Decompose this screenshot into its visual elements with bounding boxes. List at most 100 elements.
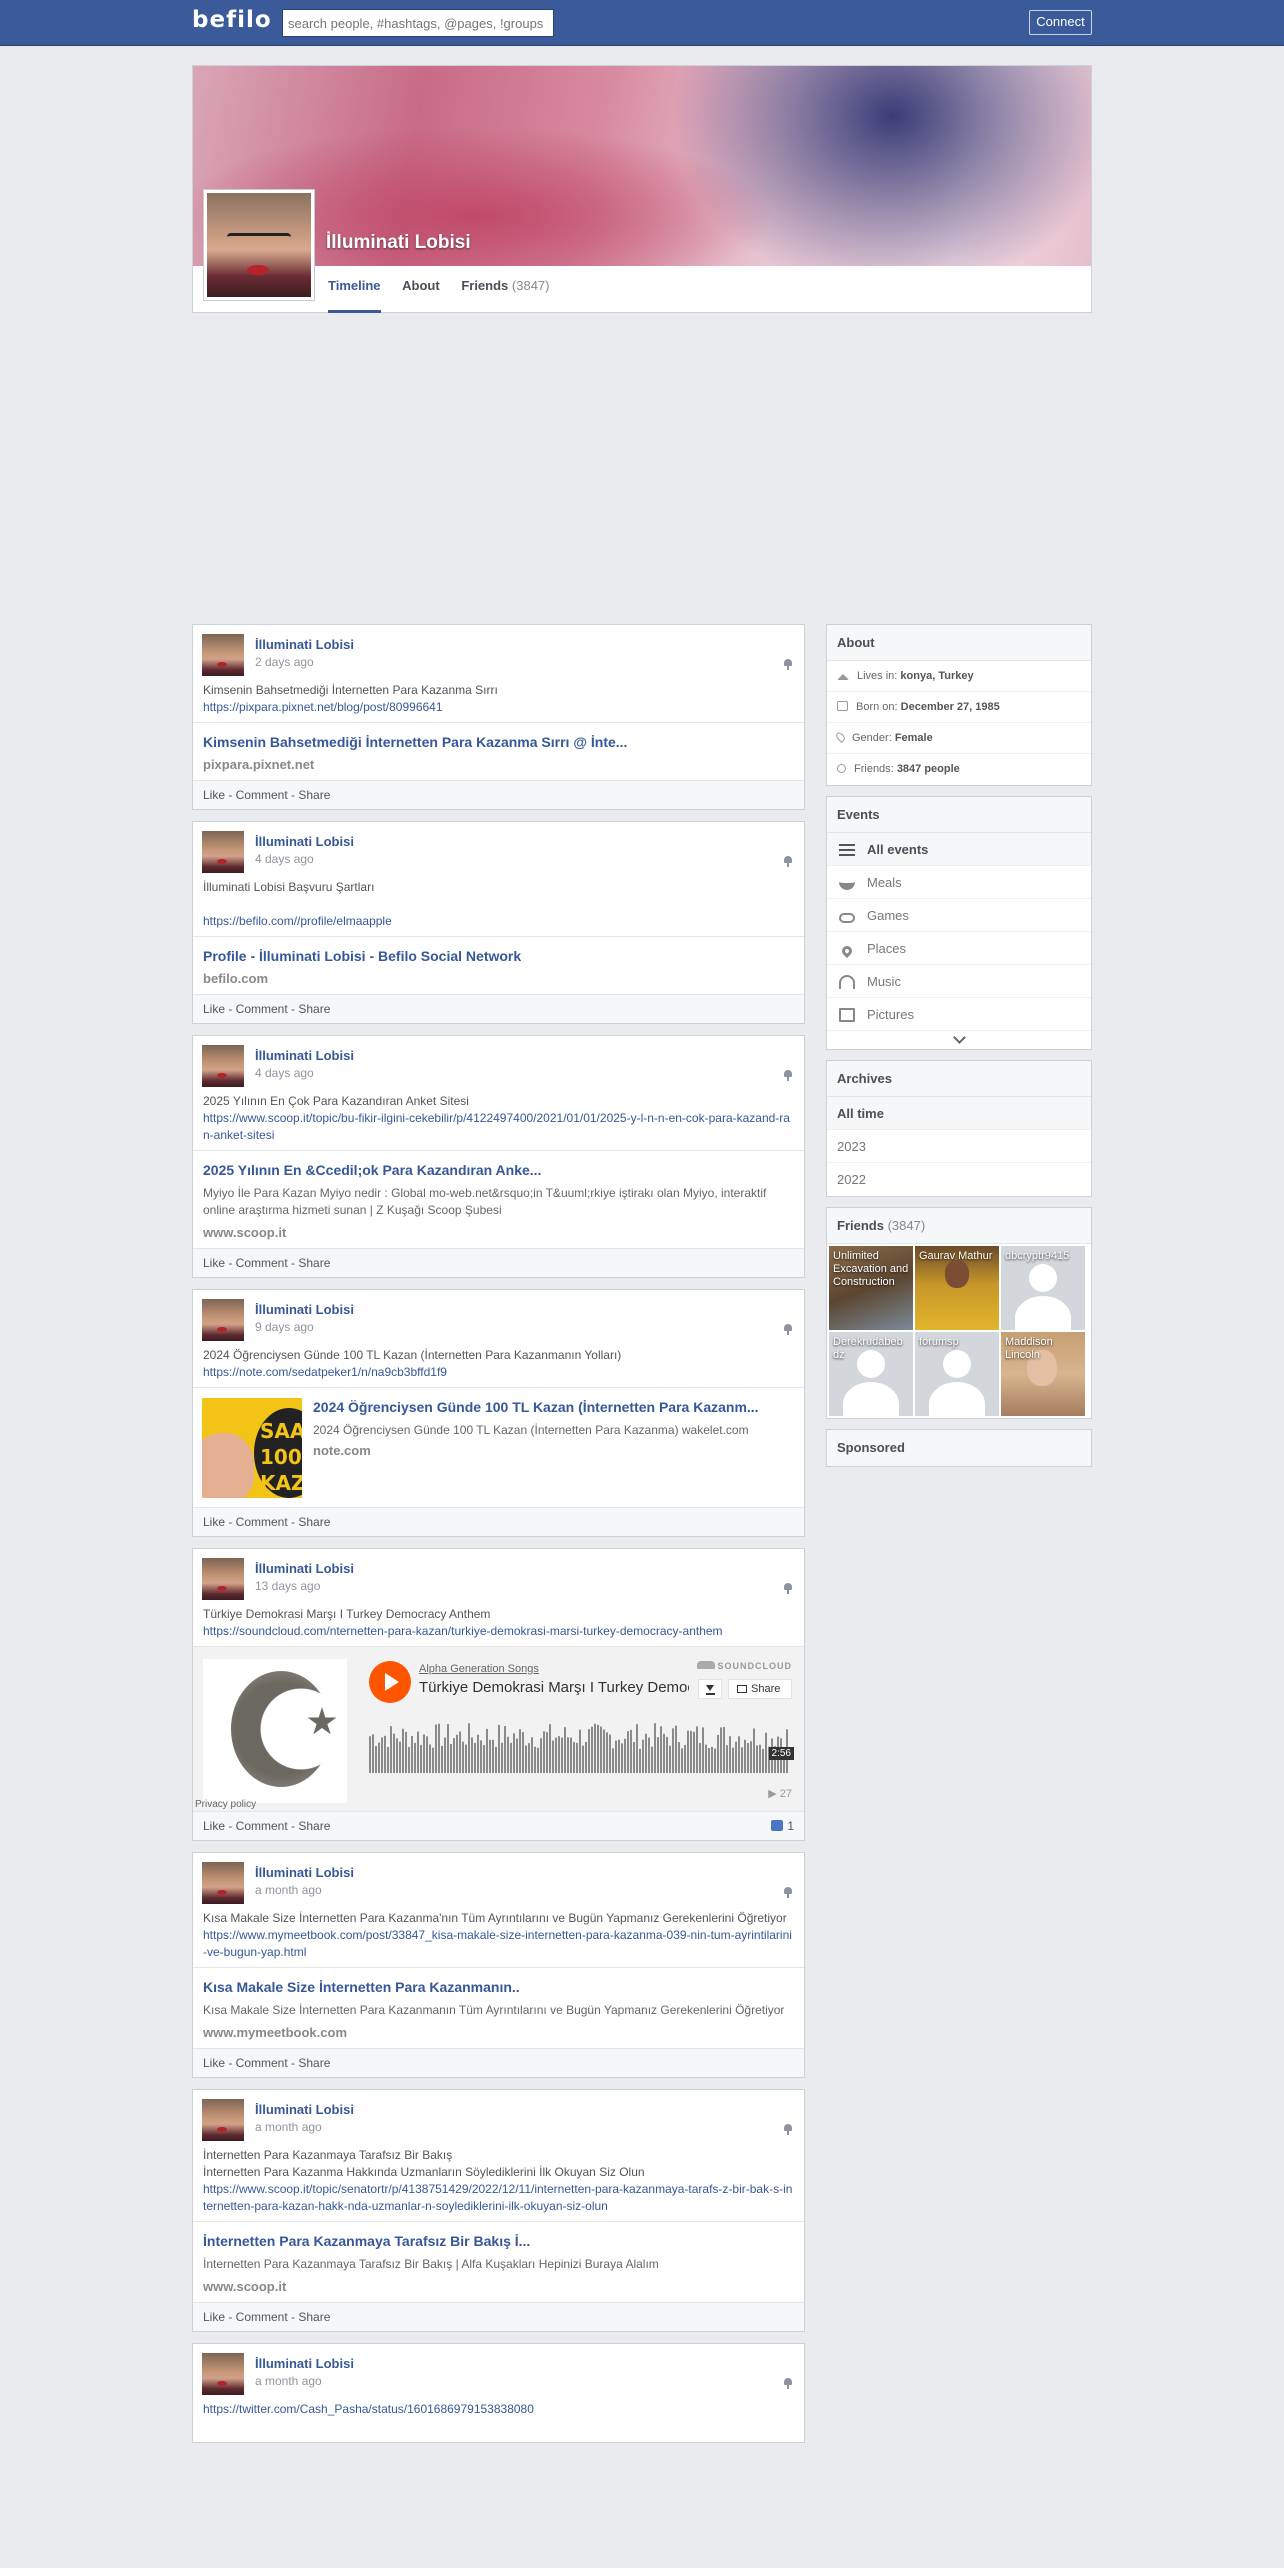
preview-title[interactable]: İnternetten Para Kazanmaya Tarafsız Bir … [203, 2232, 794, 2250]
play-button[interactable] [369, 1661, 411, 1703]
post-link[interactable]: https://befilo.com//profile/elmaapple [203, 914, 392, 928]
avatar[interactable] [202, 2353, 244, 2395]
post-author[interactable]: İlluminati Lobisi [255, 834, 354, 849]
friend-tile[interactable]: Derekrudabeb dz [829, 1332, 913, 1416]
post-author[interactable]: İlluminati Lobisi [255, 637, 354, 652]
preview-thumbnail[interactable]: SAAT 100 KAZ [202, 1398, 302, 1498]
about-gender: Gender: Female [827, 723, 1091, 754]
preview-title[interactable]: Kısa Makale Size İnternetten Para Kazanm… [203, 1978, 794, 1996]
preview-title[interactable]: Kimsenin Bahsetmediği İnternetten Para K… [203, 733, 794, 751]
privacy-policy-link[interactable]: Privacy policy [195, 1799, 256, 1810]
post-link[interactable]: https://www.scoop.it/topic/senatortr/p/4… [203, 2182, 792, 2213]
chevron-down-icon[interactable] [827, 1031, 1091, 1049]
track-artist[interactable]: Alpha Generation Songs [419, 1663, 539, 1675]
preview-title[interactable]: Profile - İlluminati Lobisi - Befilo Soc… [203, 947, 794, 965]
about-born-on: Born on: December 27, 1985 [827, 692, 1091, 723]
archive-all-time[interactable]: All time [827, 1097, 1091, 1130]
post-author[interactable]: İlluminati Lobisi [255, 2356, 354, 2371]
site-logo[interactable]: befilo [192, 7, 272, 33]
pin-icon[interactable] [784, 659, 792, 671]
post-link[interactable]: https://twitter.com/Cash_Pasha/status/16… [203, 2402, 534, 2416]
friend-tile[interactable]: dbcryptr9415 [1001, 1246, 1085, 1330]
waveform[interactable] [369, 1715, 789, 1773]
archive-2022[interactable]: 2022 [827, 1163, 1091, 1196]
download-icon[interactable] [698, 1679, 722, 1699]
post-author[interactable]: İlluminati Lobisi [255, 1865, 354, 1880]
avatar[interactable] [202, 1299, 244, 1341]
link-preview[interactable]: Kısa Makale Size İnternetten Para Kazanm… [193, 1967, 804, 2048]
post-time[interactable]: 4 days ago [255, 1066, 314, 1080]
avatar[interactable] [202, 1862, 244, 1904]
post-actions[interactable]: Like - Comment - Share [193, 2048, 804, 2077]
link-preview[interactable]: Profile - İlluminati Lobisi - Befilo Soc… [193, 936, 804, 994]
event-filter-all[interactable]: All events [827, 833, 1091, 866]
post-link[interactable]: https://note.com/sedatpeker1/n/na9cb3bff… [203, 1365, 447, 1379]
post-link[interactable]: https://soundcloud.com/nternetten-para-k… [203, 1624, 723, 1638]
preview-title[interactable]: 2025 Yılının En &Ccedil;ok Para Kazandır… [203, 1161, 794, 1179]
friends-title[interactable]: Friends (3847) [827, 1208, 1091, 1244]
post-time[interactable]: 9 days ago [255, 1320, 314, 1334]
post-link[interactable]: https://www.mymeetbook.com/post/33847_ki… [203, 1928, 792, 1959]
post-actions[interactable]: Like - Comment - Share [193, 2302, 804, 2331]
headphones-icon [839, 975, 855, 989]
post-time[interactable]: a month ago [255, 2374, 322, 2388]
post-link[interactable]: https://www.scoop.it/topic/bu-fikir-ilgi… [203, 1111, 790, 1142]
pin-icon[interactable] [784, 2124, 792, 2136]
share-button[interactable]: Share [728, 1679, 792, 1699]
pin-icon[interactable] [784, 1583, 792, 1595]
post-author[interactable]: İlluminati Lobisi [255, 1302, 354, 1317]
link-preview[interactable]: İnternetten Para Kazanmaya Tarafsız Bir … [193, 2221, 804, 2302]
post-time[interactable]: 13 days ago [255, 1579, 320, 1593]
soundcloud-logo[interactable]: SOUNDCLOUD [696, 1661, 793, 1671]
tab-about[interactable]: About [402, 271, 440, 313]
timeline-feed: İlluminati Lobisi 2 days ago Kimsenin Ba… [192, 624, 805, 2454]
post-time[interactable]: 2 days ago [255, 655, 314, 669]
friend-name: Derekrudabeb dz [833, 1336, 903, 1361]
friend-tile[interactable]: Unlimited Excavation and Construction [829, 1246, 913, 1330]
friend-tile[interactable]: forumsp [915, 1332, 999, 1416]
archive-2023[interactable]: 2023 [827, 1130, 1091, 1163]
track-artwork[interactable] [203, 1659, 347, 1803]
link-preview[interactable]: 2025 Yılının En &Ccedil;ok Para Kazandır… [193, 1150, 804, 1248]
post-link[interactable]: https://pixpara.pixnet.net/blog/post/809… [203, 700, 443, 714]
link-preview[interactable]: Kimsenin Bahsetmediği İnternetten Para K… [193, 722, 804, 780]
pin-icon[interactable] [784, 1887, 792, 1899]
tab-timeline[interactable]: Timeline [328, 271, 381, 313]
post-actions[interactable]: Like - Comment - Share 1 [193, 1811, 804, 1840]
pin-icon[interactable] [784, 856, 792, 868]
avatar[interactable] [202, 1558, 244, 1600]
post-actions[interactable]: Like - Comment - Share [193, 994, 804, 1023]
connect-button[interactable]: Connect [1029, 10, 1092, 35]
event-filter-meals[interactable]: Meals [827, 866, 1091, 899]
friend-tile[interactable]: Maddison Lincoln [1001, 1332, 1085, 1416]
avatar[interactable] [202, 634, 244, 676]
post-time[interactable]: 4 days ago [255, 852, 314, 866]
friend-tile[interactable]: Gaurav Mathur [915, 1246, 999, 1330]
avatar[interactable] [202, 1045, 244, 1087]
pin-icon[interactable] [784, 1070, 792, 1082]
post-time[interactable]: a month ago [255, 2120, 322, 2134]
profile-avatar[interactable] [203, 189, 315, 301]
post-time[interactable]: a month ago [255, 1883, 322, 1897]
pin-icon[interactable] [784, 1324, 792, 1336]
avatar[interactable] [202, 2099, 244, 2141]
event-filter-pictures[interactable]: Pictures [827, 998, 1091, 1031]
pin-icon[interactable] [784, 2378, 792, 2390]
post-author[interactable]: İlluminati Lobisi [255, 1048, 354, 1063]
post-author[interactable]: İlluminati Lobisi [255, 2102, 354, 2117]
avatar[interactable] [202, 831, 244, 873]
preview-title[interactable]: 2024 Öğrenciysen Günde 100 TL Kazan (İnt… [313, 1398, 794, 1416]
post-actions[interactable]: Like - Comment - Share [193, 1507, 804, 1536]
tab-friends[interactable]: Friends (3847) [461, 271, 549, 313]
post-actions[interactable]: Like - Comment - Share [193, 1248, 804, 1277]
post-author[interactable]: İlluminati Lobisi [255, 1561, 354, 1576]
event-filter-music[interactable]: Music [827, 965, 1091, 998]
post-actions[interactable]: Like - Comment - Share [193, 780, 804, 809]
post-actions-label[interactable]: Like - Comment - Share [203, 1819, 330, 1833]
track-title[interactable]: Türkiye Demokrasi Marşı I Turkey Democra… [419, 1679, 689, 1696]
like-count[interactable]: 1 [771, 1812, 794, 1840]
event-filter-games[interactable]: Games [827, 899, 1091, 932]
link-preview[interactable]: SAAT 100 KAZ 2024 Öğrenciysen Günde 100 … [193, 1387, 804, 1507]
event-filter-places[interactable]: Places [827, 932, 1091, 965]
search-input[interactable] [282, 9, 554, 37]
